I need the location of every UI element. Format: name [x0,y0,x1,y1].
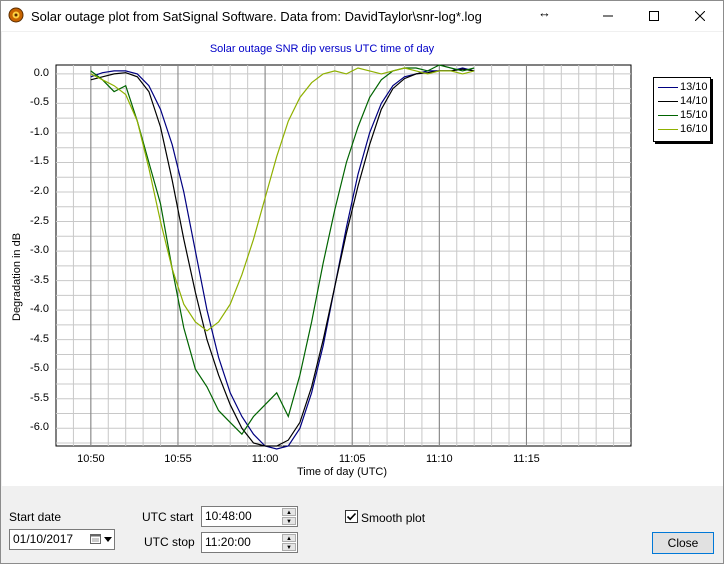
utc-start-input[interactable] [202,507,280,525]
utc-start-spinner[interactable]: ▲ ▼ [282,508,296,526]
plot-area: Solar outage SNR dip versus UTC time of … [2,32,723,486]
legend-item-14-10: 14/10 [656,95,708,108]
legend-swatch [658,129,678,130]
spin-up-icon[interactable]: ▲ [282,534,296,542]
utc-stop-label: UTC stop [144,535,195,549]
plot-frame [55,64,632,447]
chevron-down-icon[interactable] [104,537,112,542]
smooth-plot-checkbox[interactable] [345,510,358,523]
legend-swatch [658,87,678,88]
legend-label: 14/10 [680,95,708,107]
utc-start-field[interactable]: ▲ ▼ [201,506,298,527]
close-button[interactable]: Close [652,532,714,554]
close-window-button[interactable] [677,1,723,31]
legend-item-16-10: 16/10 [656,123,708,136]
utc-start-label: UTC start [142,510,194,524]
minimize-icon [603,15,613,17]
smooth-plot-label[interactable]: Smooth plot [361,511,425,525]
legend-label: 15/10 [680,109,708,121]
spin-up-icon[interactable]: ▲ [282,508,296,516]
maximize-icon [649,11,659,21]
maximize-button[interactable] [631,1,677,31]
legend: 13/10 14/10 15/10 16/10 [653,77,711,142]
checkmark-icon [346,512,357,521]
window-title: Solar outage plot from SatSignal Softwar… [31,9,482,24]
close-icon [695,11,705,21]
legend-label: 16/10 [680,123,708,135]
start-date-label: Start date [9,510,62,524]
spin-down-icon[interactable]: ▼ [282,543,296,551]
legend-swatch [658,115,678,116]
calendar-icon[interactable] [90,533,103,545]
legend-label: 13/10 [680,81,708,93]
satsignal-app-icon [8,7,24,23]
resize-icon: ↔ [538,5,551,20]
legend-item-15-10: 15/10 [656,109,708,122]
title-bar[interactable]: Solar outage plot from SatSignal Softwar… [1,1,723,31]
solar-outage-window: Solar outage plot from SatSignal Softwar… [0,0,724,564]
legend-swatch [658,101,678,102]
utc-stop-spinner[interactable]: ▲ ▼ [282,534,296,552]
start-date-picker[interactable] [9,529,115,550]
utc-stop-field[interactable]: ▲ ▼ [201,532,298,553]
minimize-button[interactable] [585,1,631,31]
spin-down-icon[interactable]: ▼ [282,517,296,525]
snr-chart [55,64,632,450]
legend-item-13-10: 13/10 [656,81,708,94]
utc-stop-input[interactable] [202,533,280,551]
start-date-input[interactable] [10,530,90,548]
